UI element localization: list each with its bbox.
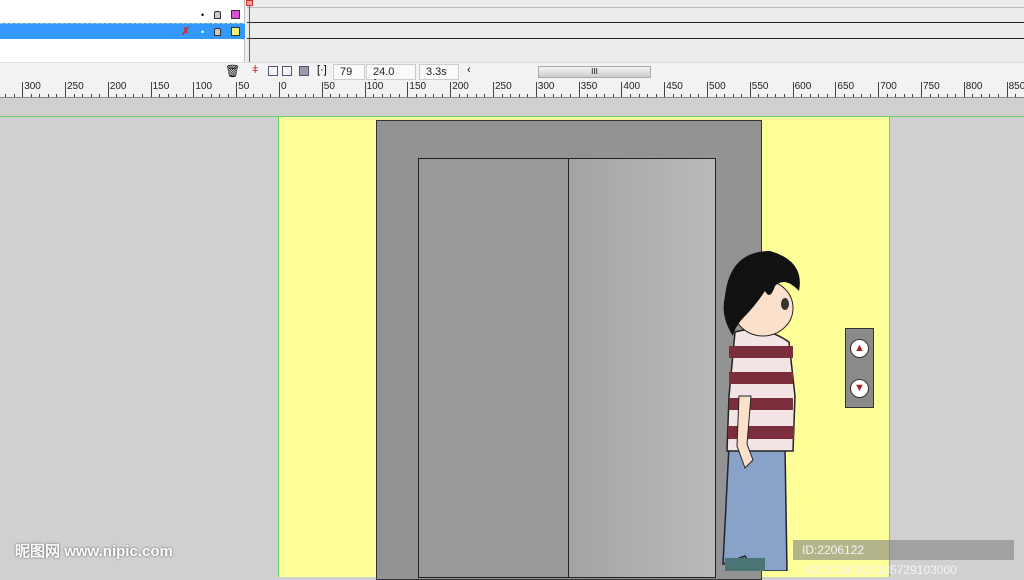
modify-markers-icon[interactable]: [·] (317, 64, 327, 76)
trash-icon[interactable]: 🗑 (225, 64, 240, 78)
frames-area[interactable] (246, 0, 1024, 80)
ruler-label: 250 (65, 82, 84, 96)
up-arrow-button[interactable]: ▲ (850, 339, 869, 358)
ruler-label: 850 (1006, 82, 1024, 96)
lock-icon[interactable] (214, 11, 221, 19)
ruler-label: 550 (749, 82, 768, 96)
layer-color-swatch[interactable] (231, 10, 240, 19)
ruler-label: 300 (535, 82, 554, 96)
elevator-door-right (568, 158, 716, 578)
layer-row-1[interactable]: • (0, 7, 245, 23)
scroll-left-button[interactable]: ‹ (467, 64, 471, 76)
visibility-dot-icon[interactable]: • (201, 27, 204, 37)
timeline-panel: • ✗ • 🗑 ǂ [·] 79 24.0 fps 3.3s ‹ III (0, 0, 1024, 90)
layer-row-2-selected[interactable]: ✗ • (0, 23, 245, 39)
watermark-logo: 昵图网 www.nipic.com (15, 543, 173, 560)
center-frame-icon[interactable]: ǂ (252, 64, 258, 76)
elevator-door-left (418, 158, 569, 578)
horizontal-ruler: 300 250 200 150 100 50 0 50 100 150 200 250 300 350 40… (0, 80, 1024, 98)
pencil-cross-icon[interactable]: ✗ (181, 25, 190, 38)
timeline-toolbar: 🗑 ǂ [·] 79 24.0 fps 3.3s ‹ III (0, 62, 1024, 90)
edit-multiple-frames-icon[interactable] (299, 66, 309, 76)
ruler-label: 750 (921, 82, 940, 96)
layer-color-swatch[interactable] (231, 27, 240, 36)
ruler-label: 300 (22, 82, 41, 96)
elapsed-time: 3.3s (419, 64, 459, 80)
elevator-call-panel: ▲ ▼ (845, 328, 874, 408)
ruler-label: 50 (236, 82, 249, 96)
ruler-label: 650 (835, 82, 854, 96)
elevator-frame (376, 120, 762, 580)
visibility-dot-icon[interactable]: • (201, 10, 204, 20)
lock-icon[interactable] (214, 28, 221, 36)
onion-skin-icon[interactable] (268, 66, 278, 76)
ruler-label: 200 (107, 82, 126, 96)
layer-list: • ✗ • (0, 0, 245, 62)
current-frame: 79 (333, 64, 365, 80)
ruler-label: 600 (792, 82, 811, 96)
ruler-label: 200 (450, 82, 469, 96)
ruler-label: 50 (321, 82, 335, 96)
ruler-label: 700 (878, 82, 897, 96)
ruler-label: 150 (407, 82, 426, 96)
boy-character (722, 251, 800, 571)
watermark-id: ID:2206122 NO:20180829135729103000 (793, 540, 1014, 577)
horizontal-scrollbar[interactable]: III (538, 66, 651, 78)
onion-outline-icon[interactable] (282, 66, 292, 76)
ruler-label: 350 (578, 82, 597, 96)
ruler-label: 150 (150, 82, 169, 96)
ruler-label: 500 (707, 82, 726, 96)
ruler-label: 100 (193, 82, 212, 96)
ruler-label: 450 (664, 82, 683, 96)
ruler-label: 0 (279, 82, 287, 96)
frame-rate[interactable]: 24.0 fps (366, 64, 416, 90)
ruler-label: 100 (364, 82, 383, 96)
ruler-label: 400 (621, 82, 640, 96)
down-arrow-button[interactable]: ▼ (850, 379, 869, 398)
ruler-label: 250 (493, 82, 512, 96)
ruler-label: 800 (963, 82, 982, 96)
stage-pasteboard[interactable]: ▲ ▼ 昵图网 www.nipic.com ID:2206122 NO:2018… (0, 98, 1024, 580)
playhead-handle[interactable] (246, 0, 253, 6)
